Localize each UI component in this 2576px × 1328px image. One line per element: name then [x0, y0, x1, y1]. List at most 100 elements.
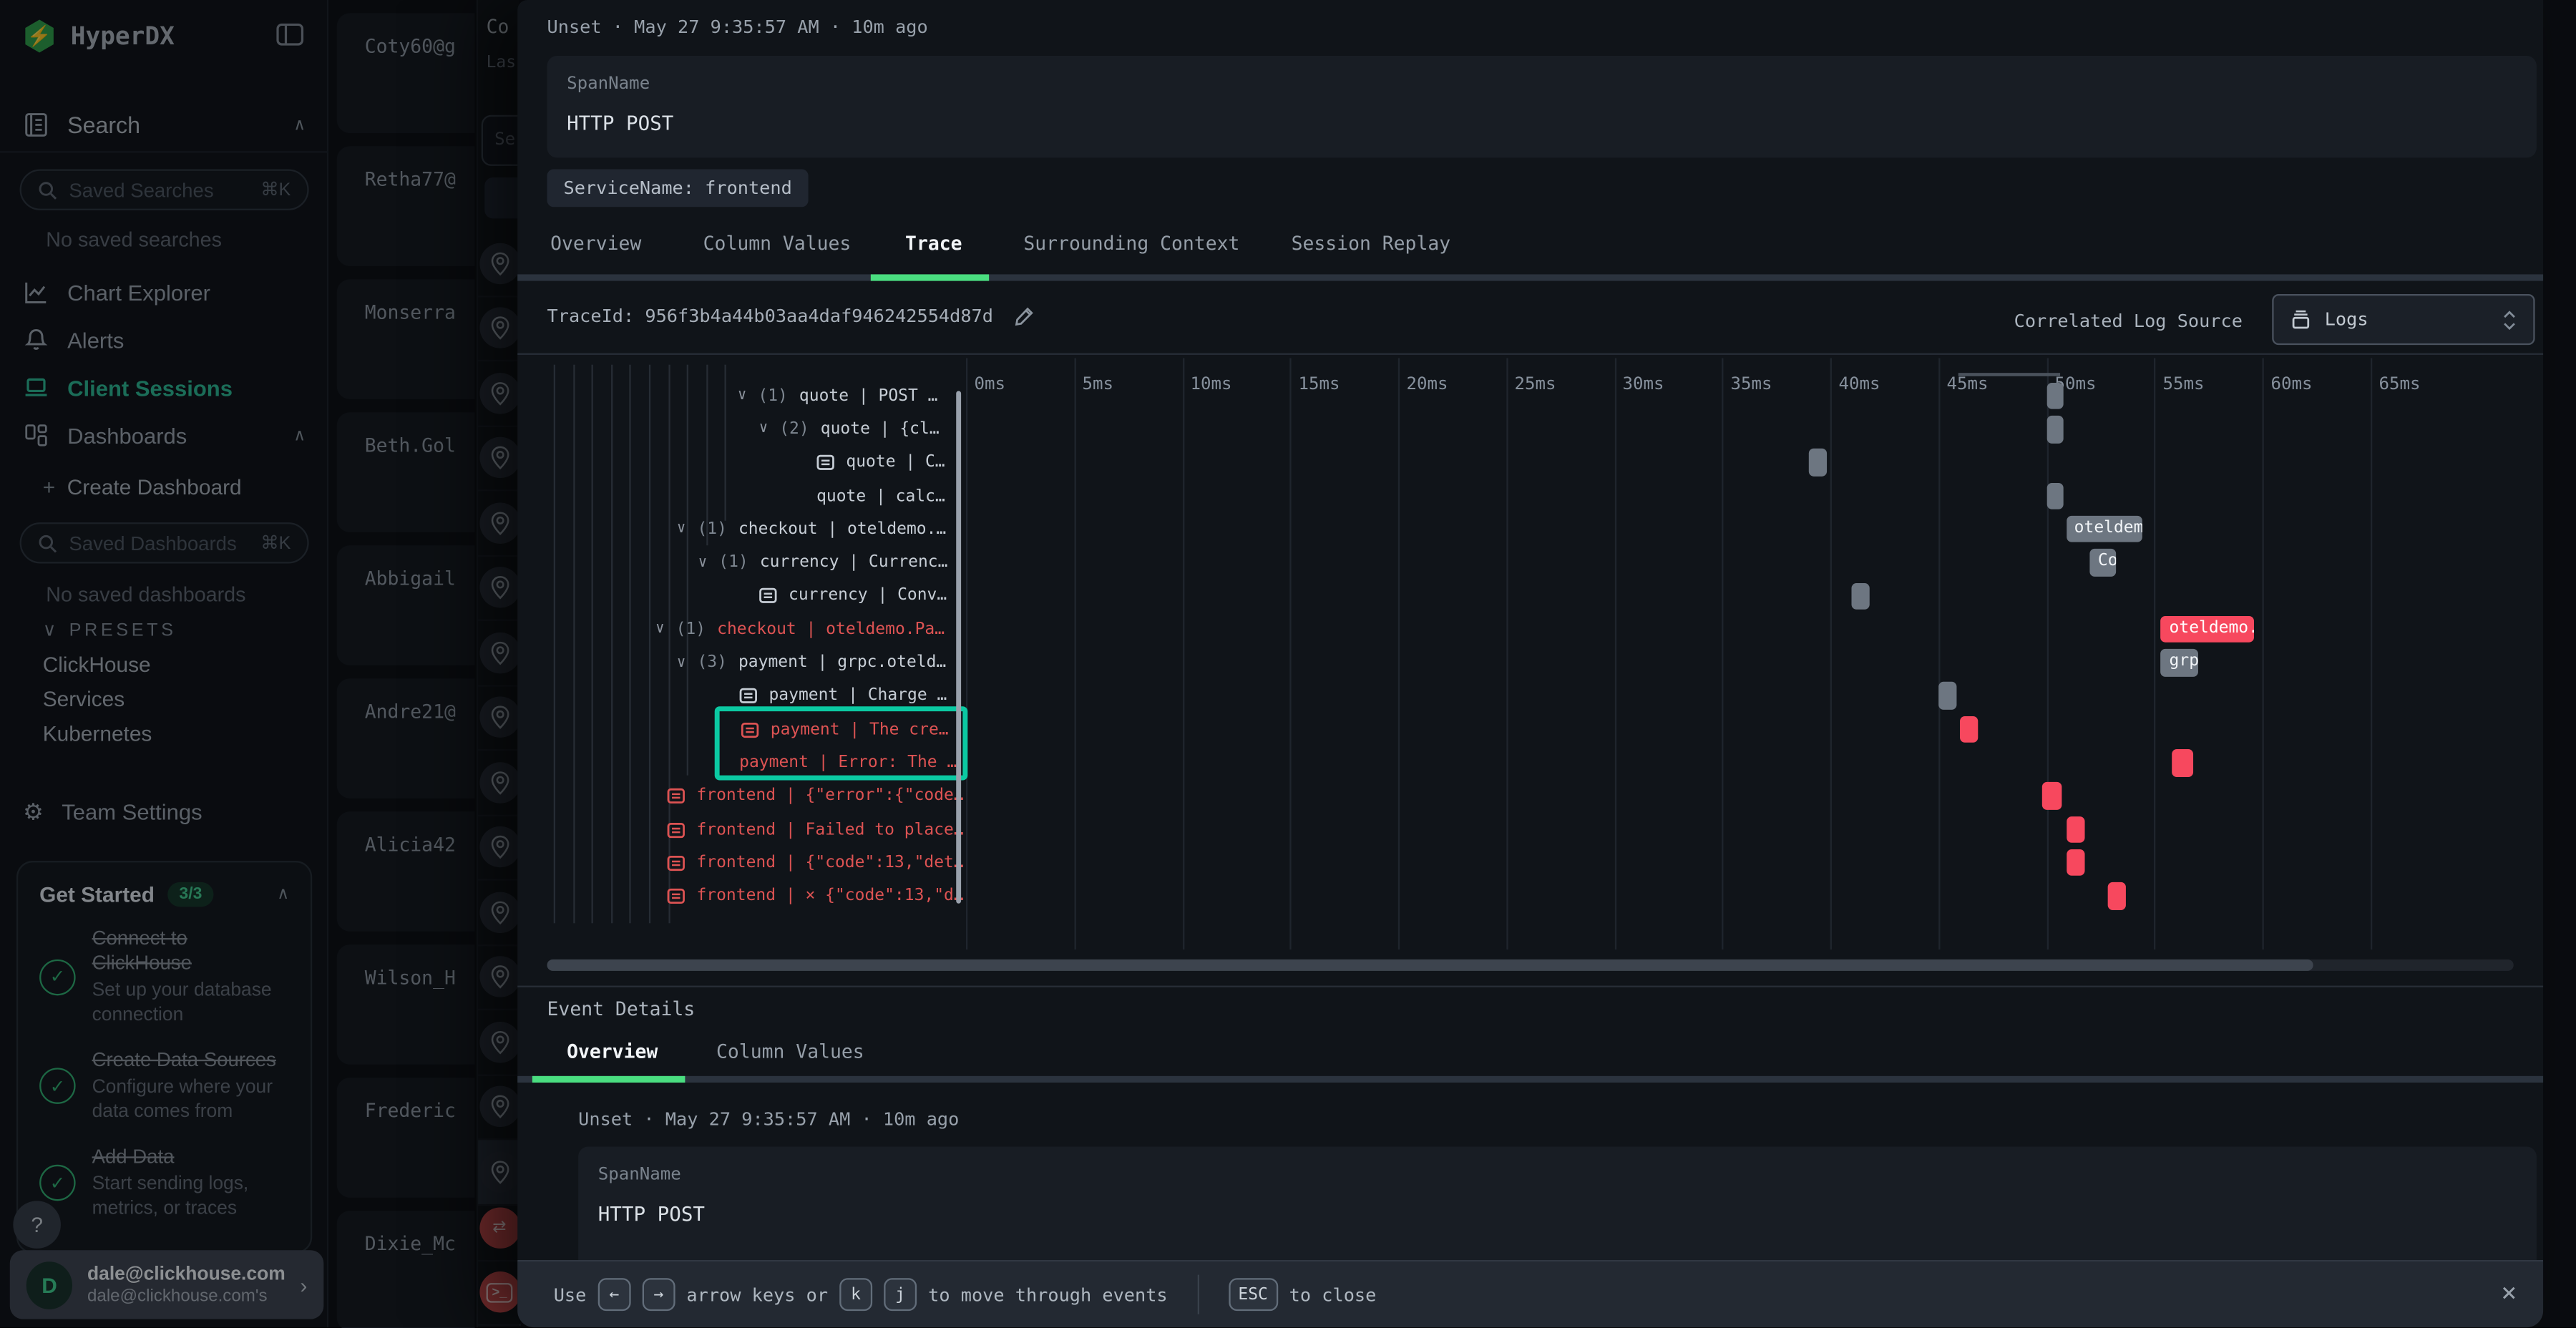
span-duration-bar[interactable]	[2066, 849, 2085, 877]
map-pin-icon[interactable]	[479, 1086, 519, 1127]
close-icon[interactable]: ×	[2501, 1276, 2517, 1308]
trace-span-row[interactable]: ∨(1)checkout | oteldemo.Pa…oteldemo.	[517, 613, 2543, 647]
chevron-up-icon: ∧	[293, 426, 306, 444]
chevron-down-icon[interactable]: ∨	[655, 621, 664, 638]
span-duration-bar[interactable]	[2046, 482, 2064, 509]
help-button[interactable]: ?	[13, 1201, 61, 1249]
trace-span-row[interactable]: frontend | {"error":{"code…	[517, 780, 2543, 814]
sidebar-item-alerts[interactable]: Alerts	[23, 321, 306, 360]
span-duration-bar[interactable]	[2066, 816, 2085, 843]
span-duration-bar[interactable]	[2172, 749, 2193, 776]
sidebar-item-dashboards[interactable]: Dashboards∧	[23, 416, 306, 455]
span-duration-bar[interactable]	[1960, 716, 1977, 743]
preset-item-clickhouse[interactable]: ClickHouse	[43, 652, 151, 676]
map-pin-icon[interactable]	[479, 373, 519, 414]
span-duration-bar[interactable]: Co	[2089, 550, 2117, 577]
map-pin-icon[interactable]	[479, 567, 519, 608]
preset-item-services[interactable]: Services	[43, 687, 125, 711]
navigation-arrows-icon[interactable]: ⇄	[479, 1207, 519, 1248]
collapse-sidebar-icon[interactable]	[276, 23, 304, 46]
tab-session-replay[interactable]: Session Replay	[1292, 232, 1451, 255]
map-pin-icon[interactable]	[479, 892, 519, 932]
trace-span-row[interactable]: ∨(3)payment | grpc.oteld…grpc	[517, 646, 2543, 680]
trace-span-row[interactable]: ∨(1)quote | POST …	[517, 379, 2543, 413]
session-card[interactable]: Alicia42	[337, 811, 475, 932]
trace-span-row[interactable]: frontend | {"code":13,"det…	[517, 846, 2543, 880]
trace-span-row[interactable]: quote | C…	[517, 446, 2543, 480]
chevron-up-icon[interactable]: ∧	[277, 885, 289, 903]
sidebar-section-search[interactable]: Search ∧	[23, 112, 306, 138]
map-pin-icon[interactable]	[479, 762, 519, 803]
saved-searches-input[interactable]: Saved Searches ⌘K	[20, 169, 309, 210]
get-started-progress-badge: 3/3	[167, 882, 213, 907]
user-menu[interactable]: D dale@clickhouse.com dale@clickhouse.co…	[10, 1250, 324, 1319]
tab-column-values[interactable]: Column Values	[703, 232, 852, 255]
chevron-down-icon[interactable]: ∨	[677, 522, 686, 538]
get-started-item: ✓Create Data SourcesConfigure where your…	[39, 1048, 289, 1124]
span-duration-bar[interactable]	[1852, 582, 1869, 610]
map-pin-icon[interactable]	[479, 243, 519, 283]
map-pin-icon[interactable]	[479, 502, 519, 543]
saved-dashboards-input[interactable]: Saved Dashboards ⌘K	[20, 522, 309, 563]
session-event-cell	[478, 361, 521, 426]
span-duration-bar[interactable]	[1938, 683, 1957, 710]
event-details-tab-column-values[interactable]: Column Values	[716, 1040, 864, 1063]
service-name-badge[interactable]: ServiceName: frontend	[547, 169, 809, 207]
span-duration-bar[interactable]	[1809, 449, 1826, 477]
span-duration-bar[interactable]	[2046, 416, 2064, 443]
session-card[interactable]: Andre21@	[337, 678, 475, 799]
map-pin-icon[interactable]	[479, 697, 519, 738]
chevron-down-icon[interactable]: ∨	[677, 655, 686, 671]
edit-pencil-icon[interactable]	[1013, 306, 1035, 327]
map-pin-icon[interactable]	[479, 957, 519, 997]
span-duration-bar[interactable]: oteldemo.	[2066, 516, 2142, 543]
trace-span-row[interactable]: ∨(1)currency | Currenc…Co	[517, 546, 2543, 580]
tab-trace[interactable]: Trace	[905, 232, 962, 255]
chevron-down-icon[interactable]: ∨	[759, 421, 768, 438]
span-duration-bar[interactable]	[2042, 783, 2062, 810]
map-pin-icon[interactable]	[479, 308, 519, 348]
session-card[interactable]: Monserra	[337, 279, 475, 399]
map-pin-icon[interactable]	[479, 1151, 519, 1192]
sidebar-item-chart-explorer[interactable]: Chart Explorer	[23, 273, 306, 312]
session-card[interactable]: Retha77@	[337, 146, 475, 266]
span-duration-bar[interactable]: oteldemo.	[2161, 616, 2254, 643]
timeline-mini-scrollbar[interactable]	[1958, 373, 2060, 376]
session-card[interactable]: Wilson_H	[337, 944, 475, 1065]
session-card[interactable]: Beth.Gol	[337, 412, 475, 532]
event-details-tab-overview[interactable]: Overview	[567, 1040, 658, 1063]
span-duration-bar[interactable]: grpc	[2161, 649, 2197, 676]
session-card[interactable]: Coty60@g	[337, 13, 475, 133]
tree-scrollbar[interactable]	[956, 391, 961, 903]
map-pin-icon[interactable]	[479, 826, 519, 867]
trace-span-row[interactable]: currency | Conv…	[517, 580, 2543, 613]
session-card[interactable]: Abbigail	[337, 545, 475, 665]
trace-span-row[interactable]: frontend | Failed to place…	[517, 813, 2543, 846]
terminal-icon[interactable]: >_	[479, 1272, 519, 1313]
preset-item-kubernetes[interactable]: Kubernetes	[43, 721, 152, 746]
span-duration-bar[interactable]	[2046, 382, 2064, 409]
team-settings-button[interactable]: ⚙ Team Settings	[23, 792, 306, 831]
map-pin-icon[interactable]	[479, 632, 519, 673]
trace-span-row[interactable]: ∨(2)quote | {cl…	[517, 413, 2543, 446]
log-source-select[interactable]: Logs	[2272, 294, 2534, 345]
sidebar-item-client-sessions[interactable]: Client Sessions	[23, 368, 306, 407]
trace-span-row[interactable]: frontend | × {"code":13,"d…	[517, 879, 2543, 913]
map-pin-icon[interactable]	[479, 1021, 519, 1062]
presets-header[interactable]: ∨ PRESETS	[43, 620, 177, 641]
create-dashboard-button[interactable]: + Create Dashboard	[43, 475, 242, 499]
app-logo[interactable]: ⚡ HyperDX	[23, 20, 175, 53]
trace-span-row[interactable]: ∨(1)checkout | oteldemo.…oteldemo.	[517, 513, 2543, 547]
tab-overview[interactable]: Overview	[550, 232, 641, 255]
divider	[517, 986, 2543, 987]
span-duration-bar[interactable]	[2107, 883, 2126, 910]
chevron-down-icon[interactable]: ∨	[738, 388, 746, 404]
chevron-right-icon: ›	[300, 1272, 307, 1297]
map-pin-icon[interactable]	[479, 437, 519, 478]
chevron-down-icon[interactable]: ∨	[698, 555, 707, 571]
session-card[interactable]: Dixie_Mc	[337, 1211, 475, 1328]
trace-span-row[interactable]: quote | calc…	[517, 479, 2543, 513]
session-card[interactable]: Frederic	[337, 1078, 475, 1198]
waterfall-hscroll-thumb[interactable]	[547, 960, 2313, 971]
tab-surrounding-context[interactable]: Surrounding Context	[1023, 232, 1239, 255]
